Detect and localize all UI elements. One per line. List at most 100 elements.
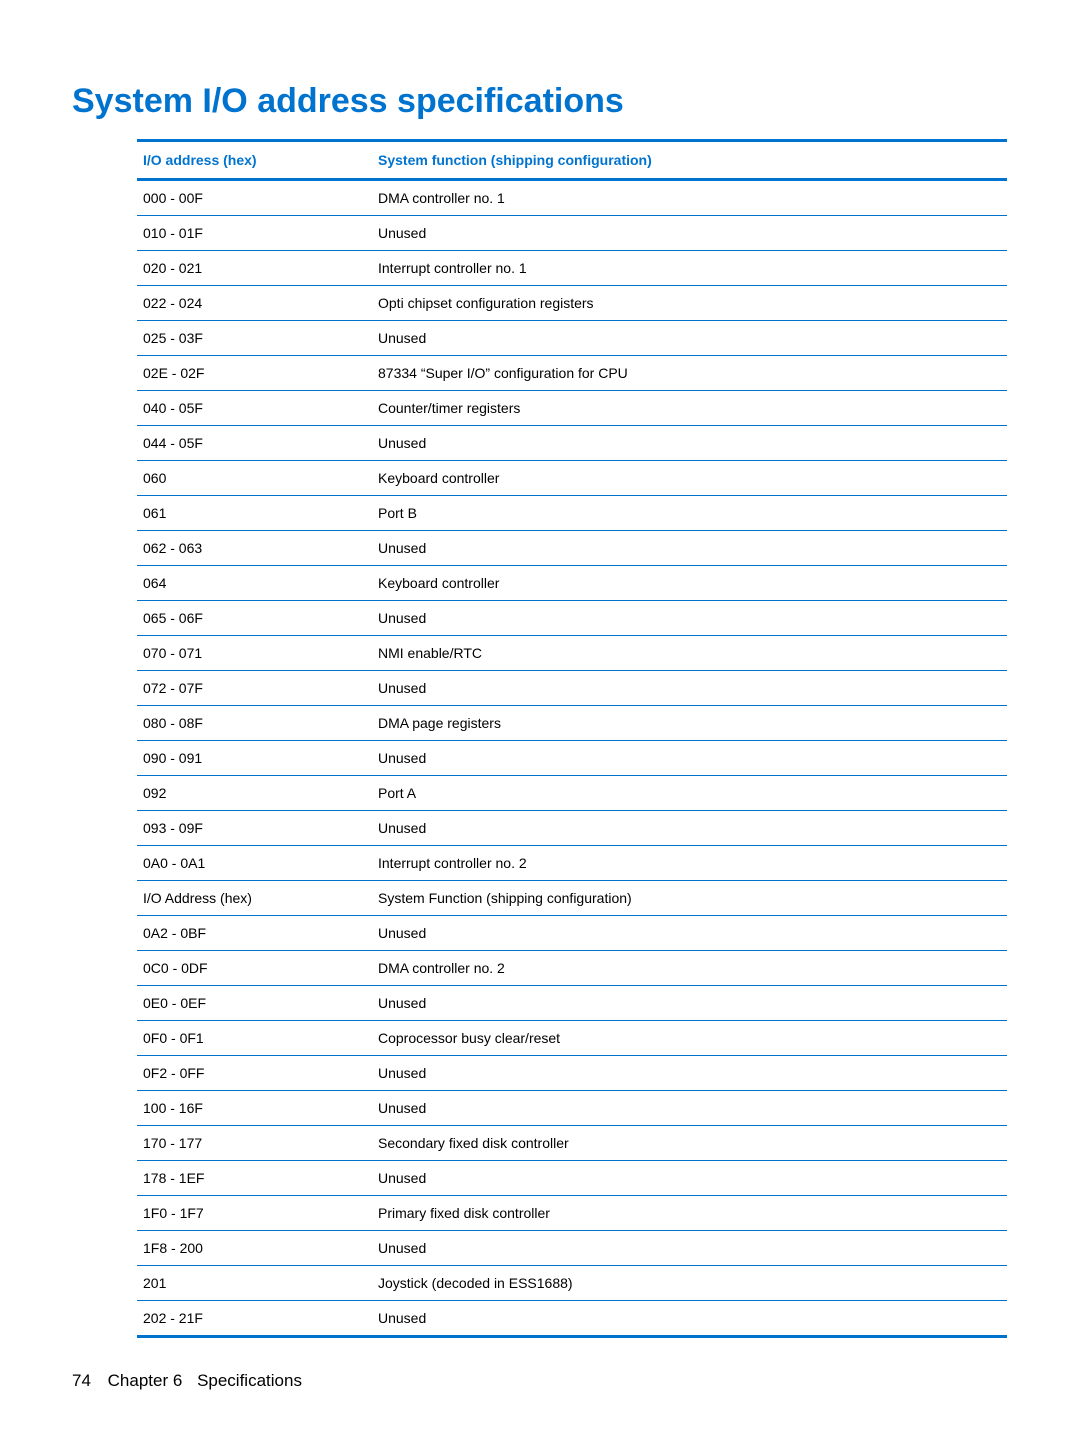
cell-address: 000 - 00F xyxy=(137,180,372,216)
page-title: System I/O address specifications xyxy=(72,82,1008,121)
cell-function: Unused xyxy=(372,216,1007,251)
table-header-row: I/O address (hex) System function (shipp… xyxy=(137,141,1007,180)
table-row: 0A2 - 0BFUnused xyxy=(137,916,1007,951)
table-row: 022 - 024Opti chipset configuration regi… xyxy=(137,286,1007,321)
cell-function: Unused xyxy=(372,986,1007,1021)
cell-function: Port B xyxy=(372,496,1007,531)
cell-address: 1F8 - 200 xyxy=(137,1231,372,1266)
chapter-label: Chapter 6 xyxy=(108,1371,183,1390)
cell-function: Unused xyxy=(372,531,1007,566)
cell-function: Unused xyxy=(372,1301,1007,1337)
cell-function: Unused xyxy=(372,916,1007,951)
page-footer: 74 Chapter 6 Specifications xyxy=(72,1371,302,1391)
cell-address: 044 - 05F xyxy=(137,426,372,461)
cell-function: Unused xyxy=(372,1091,1007,1126)
cell-address: 100 - 16F xyxy=(137,1091,372,1126)
cell-function: Interrupt controller no. 2 xyxy=(372,846,1007,881)
cell-address: 061 xyxy=(137,496,372,531)
cell-address: 092 xyxy=(137,776,372,811)
cell-address: 093 - 09F xyxy=(137,811,372,846)
cell-address: 070 - 071 xyxy=(137,636,372,671)
cell-function: Interrupt controller no. 1 xyxy=(372,251,1007,286)
cell-address: 0C0 - 0DF xyxy=(137,951,372,986)
cell-address: 010 - 01F xyxy=(137,216,372,251)
table-row: 100 - 16FUnused xyxy=(137,1091,1007,1126)
io-address-table: I/O address (hex) System function (shipp… xyxy=(137,139,1007,1338)
cell-function: Unused xyxy=(372,426,1007,461)
cell-function: Coprocessor busy clear/reset xyxy=(372,1021,1007,1056)
cell-address: 0A0 - 0A1 xyxy=(137,846,372,881)
cell-function: Secondary fixed disk controller xyxy=(372,1126,1007,1161)
cell-address: 170 - 177 xyxy=(137,1126,372,1161)
cell-address: 022 - 024 xyxy=(137,286,372,321)
table-row: 065 - 06FUnused xyxy=(137,601,1007,636)
table-row: 090 - 091Unused xyxy=(137,741,1007,776)
cell-function: Counter/timer registers xyxy=(372,391,1007,426)
cell-address: 0A2 - 0BF xyxy=(137,916,372,951)
table-row: 044 - 05FUnused xyxy=(137,426,1007,461)
header-address: I/O address (hex) xyxy=(137,141,372,180)
table-row: 093 - 09FUnused xyxy=(137,811,1007,846)
cell-function: Primary fixed disk controller xyxy=(372,1196,1007,1231)
cell-function: Unused xyxy=(372,321,1007,356)
header-function: System function (shipping configuration) xyxy=(372,141,1007,180)
table-row: 170 - 177Secondary fixed disk controller xyxy=(137,1126,1007,1161)
cell-function: Unused xyxy=(372,671,1007,706)
table-row: 178 - 1EFUnused xyxy=(137,1161,1007,1196)
table-row: 061Port B xyxy=(137,496,1007,531)
cell-address: 072 - 07F xyxy=(137,671,372,706)
cell-function: Unused xyxy=(372,1161,1007,1196)
table-row: 1F8 - 200Unused xyxy=(137,1231,1007,1266)
cell-address: 080 - 08F xyxy=(137,706,372,741)
table-row: 060Keyboard controller xyxy=(137,461,1007,496)
table-row: 070 - 071NMI enable/RTC xyxy=(137,636,1007,671)
cell-address: 090 - 091 xyxy=(137,741,372,776)
cell-function: Opti chipset configuration registers xyxy=(372,286,1007,321)
table-row: 000 - 00FDMA controller no. 1 xyxy=(137,180,1007,216)
cell-function: DMA controller no. 1 xyxy=(372,180,1007,216)
table-row: 062 - 063Unused xyxy=(137,531,1007,566)
cell-address: 0F0 - 0F1 xyxy=(137,1021,372,1056)
cell-function: DMA page registers xyxy=(372,706,1007,741)
cell-function: Unused xyxy=(372,811,1007,846)
table-row: 0F2 - 0FFUnused xyxy=(137,1056,1007,1091)
cell-address: 040 - 05F xyxy=(137,391,372,426)
table-row: 1F0 - 1F7Primary fixed disk controller xyxy=(137,1196,1007,1231)
cell-address: 0E0 - 0EF xyxy=(137,986,372,1021)
cell-address: 02E - 02F xyxy=(137,356,372,391)
cell-function: Joystick (decoded in ESS1688) xyxy=(372,1266,1007,1301)
cell-function: Unused xyxy=(372,1231,1007,1266)
table-row: 0C0 - 0DFDMA controller no. 2 xyxy=(137,951,1007,986)
table-row: 0E0 - 0EFUnused xyxy=(137,986,1007,1021)
cell-function: System Function (shipping configuration) xyxy=(372,881,1007,916)
table-row: 0A0 - 0A1Interrupt controller no. 2 xyxy=(137,846,1007,881)
page-number: 74 xyxy=(72,1371,91,1390)
cell-address: 065 - 06F xyxy=(137,601,372,636)
cell-address: 201 xyxy=(137,1266,372,1301)
cell-address: 064 xyxy=(137,566,372,601)
cell-address: 062 - 063 xyxy=(137,531,372,566)
cell-function: Unused xyxy=(372,1056,1007,1091)
table-row: 010 - 01FUnused xyxy=(137,216,1007,251)
cell-address: I/O Address (hex) xyxy=(137,881,372,916)
cell-address: 178 - 1EF xyxy=(137,1161,372,1196)
cell-function: Keyboard controller xyxy=(372,461,1007,496)
chapter-title: Specifications xyxy=(197,1371,302,1390)
table-row: 040 - 05FCounter/timer registers xyxy=(137,391,1007,426)
table-row: 064Keyboard controller xyxy=(137,566,1007,601)
cell-address: 1F0 - 1F7 xyxy=(137,1196,372,1231)
table-row: 072 - 07FUnused xyxy=(137,671,1007,706)
cell-function: DMA controller no. 2 xyxy=(372,951,1007,986)
table-row: 02E - 02F87334 “Super I/O” configuration… xyxy=(137,356,1007,391)
cell-function: Unused xyxy=(372,601,1007,636)
table-row: I/O Address (hex)System Function (shippi… xyxy=(137,881,1007,916)
cell-address: 020 - 021 xyxy=(137,251,372,286)
cell-address: 060 xyxy=(137,461,372,496)
cell-address: 025 - 03F xyxy=(137,321,372,356)
cell-function: Unused xyxy=(372,741,1007,776)
cell-function: NMI enable/RTC xyxy=(372,636,1007,671)
cell-function: Keyboard controller xyxy=(372,566,1007,601)
table-row: 0F0 - 0F1Coprocessor busy clear/reset xyxy=(137,1021,1007,1056)
table-row: 202 - 21FUnused xyxy=(137,1301,1007,1337)
cell-function: 87334 “Super I/O” configuration for CPU xyxy=(372,356,1007,391)
